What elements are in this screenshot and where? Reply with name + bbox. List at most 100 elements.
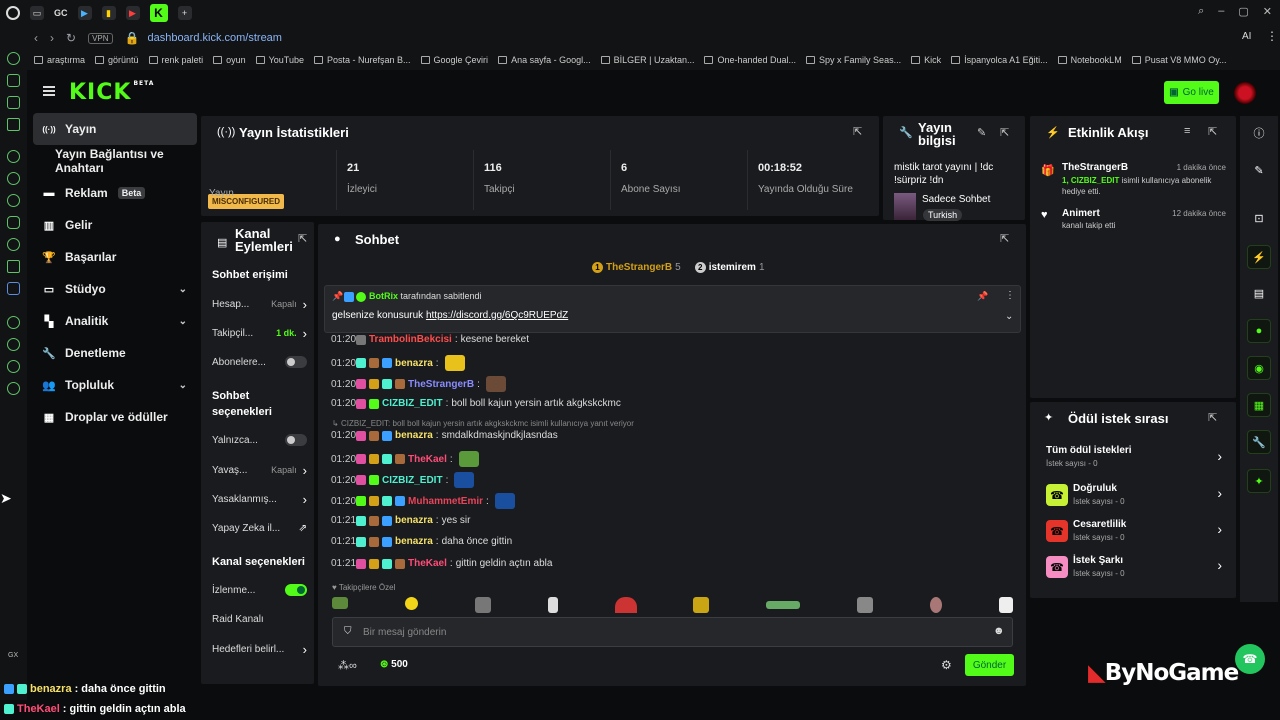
nav-item[interactable]: 🏆 Başarılar [33,241,197,273]
reward-request-row[interactable]: ☎ Doğruluk İstek sayısı - 0 › [1046,482,1226,510]
toggle-switch[interactable] [285,584,307,596]
search-icon[interactable]: ⌕ [1198,5,1204,18]
channel-action-row[interactable]: Yapay Zeka il... ⇗ [212,520,307,536]
lightning-icon[interactable]: ⚡ [1247,245,1271,269]
bookmark-item[interactable]: İspanyolca A1 Eğiti... [951,55,1048,65]
reward-request-row[interactable]: ☎ Cesaretlilik İstek sayısı - 0 › [1046,518,1226,546]
settings-icon[interactable] [7,382,20,395]
nav-item[interactable]: ▥ Gelir [33,209,197,241]
capture-icon[interactable]: ⊡ [1247,206,1271,230]
reward-request-row[interactable]: ☎ İstek Şarkı İstek sayısı - 0 › [1046,554,1226,582]
channel-action-row[interactable]: Yavaş... Kapalı › [212,462,307,478]
nav-item[interactable]: ((·)) Yayın [33,113,197,145]
instagram-icon[interactable] [7,216,20,229]
whatsapp-icon[interactable] [7,172,20,185]
x-icon[interactable] [7,260,20,273]
chat-message[interactable]: 01:20 benazra: [331,355,465,371]
more-icon[interactable]: ⋮ [1005,290,1015,301]
reload-icon[interactable]: ↻ [66,31,76,45]
emote[interactable] [404,597,418,610]
messenger-icon[interactable] [7,194,20,207]
nav-item[interactable]: 🔧 Denetleme [33,337,197,369]
bookmark-item[interactable]: YouTube [255,55,304,65]
tab-icon-youtube[interactable]: ▶ [125,6,140,20]
channel-action-row[interactable]: Hedefleri belirl... › [212,641,307,657]
url-text[interactable]: dashboard.kick.com/stream [147,32,282,44]
extensions-icon[interactable] [7,360,20,373]
emote[interactable] [547,597,558,613]
avatar[interactable] [1234,82,1256,104]
chat-input[interactable]: ⛉ Bir mesaj gönderin ☻ [332,617,1013,647]
chat-message[interactable]: 01:20 MuhammetEmir: [331,493,515,509]
nav-item[interactable]: ▬ Reklam Beta [33,177,197,209]
popout-icon[interactable]: ⇱ [1208,411,1217,424]
bookmark-item[interactable]: Spy x Family Seas... [806,55,901,65]
info-icon[interactable]: ⓘ [1247,121,1271,145]
message-username[interactable]: CIZBIZ_EDIT [382,475,443,486]
sidebar-icon-2[interactable] [7,74,20,87]
history-icon[interactable] [7,338,20,351]
event-user[interactable]: TheStrangerB [1062,162,1128,173]
tab-icon-bars[interactable]: ▮ [101,6,116,20]
minimize-icon[interactable]: – [1218,5,1224,18]
unpin-icon[interactable]: 📌 [977,291,988,302]
popout-icon[interactable]: ⇱ [1000,232,1009,245]
emote[interactable] [332,597,348,609]
pinned-message[interactable]: 📌 BotRix tarafından sabitlendi gelsenize… [324,285,1021,333]
category-name[interactable]: Sadece Sohbet [922,194,990,205]
clipboard-icon[interactable]: ▤ [1247,281,1271,305]
event-user[interactable]: Animert [1062,208,1100,219]
reward-icon[interactable]: ✦ [1247,469,1271,493]
bookmark-item[interactable]: Google Çeviri [420,55,488,65]
edit-icon[interactable]: ✎ [1247,158,1271,182]
sidebar-icon-1[interactable] [7,52,20,65]
channel-action-row[interactable]: İzlenme... [212,582,307,598]
filter-icon[interactable]: ≡ [1184,125,1190,137]
support-headset-icon[interactable]: ☎ [1235,644,1265,674]
hamburger-menu-icon[interactable] [43,86,55,96]
all-requests-row[interactable]: Tüm ödül istekleri İstek sayısı - 0 › [1046,445,1226,473]
gx-label[interactable]: GX [8,652,18,659]
bookmark-item[interactable]: görüntü [95,55,139,65]
restore-icon[interactable]: ▢ [1238,5,1248,18]
actions-icon[interactable]: ▦ [1247,393,1271,417]
chat-message[interactable]: 01:20 CIZBIZ_EDIT: [331,472,475,488]
nav-item[interactable]: Yayın Bağlantısı ve Anahtarı [33,145,197,177]
vk-icon[interactable] [7,282,20,295]
message-username[interactable]: benazra [395,358,433,369]
bookmark-item[interactable]: Posta - Nurefşan B... [313,55,411,65]
bookmark-item[interactable]: araştırma [34,55,85,65]
tab-icon-1[interactable]: ▭ [30,6,44,20]
tab-icon-play[interactable]: ▶ [77,6,92,20]
new-tab-icon[interactable]: + [177,6,192,20]
discord-icon[interactable] [7,150,20,163]
channel-action-row[interactable]: Yasaklanmış... › [212,491,307,507]
chat-message[interactable]: 01:20 TheStrangerB: [331,376,506,392]
menu-icon[interactable]: ⋮ [1266,29,1278,43]
tiktok-icon[interactable] [7,238,20,251]
popout-icon[interactable]: ⇱ [298,232,307,245]
message-username[interactable]: benazra [395,430,433,441]
tab-kick-icon[interactable]: K [149,4,168,22]
broadcast-icon[interactable]: ◉ [1247,356,1271,380]
bookmark-item[interactable]: Pusat V8 MMO Oy... [1131,55,1227,65]
nav-item[interactable]: 👥 Topluluk ⌄ [33,369,197,401]
go-live-button[interactable]: ▣ Go live [1164,81,1219,104]
popout-icon[interactable]: ⇱ [1000,126,1009,139]
bookmark-item[interactable]: renk paleti [148,55,203,65]
bookmark-item[interactable]: Ana sayfa - Googl... [498,55,591,65]
back-icon[interactable]: ‹ [34,31,38,45]
popout-icon[interactable]: ⇱ [853,125,862,138]
chat-message[interactable]: 01:20 TrambolinBekcisi: kesene bereket [331,334,529,345]
message-username[interactable]: CIZBIZ_EDIT [382,398,443,409]
points-value[interactable]: ⊛ 500 [380,659,408,670]
channel-action-row[interactable]: Yalnızca... [212,432,307,448]
channel-action-row[interactable]: Abonelere... [212,354,307,370]
nav-item[interactable]: ▚ Analitik ⌄ [33,305,197,337]
chevron-down-icon[interactable]: ⌄ [1005,311,1013,322]
nav-item[interactable]: ▦ Droplar ve ödüller [33,401,197,433]
wrench-icon[interactable]: 🔧 [1247,430,1271,454]
close-icon[interactable]: ✕ [1263,5,1272,18]
toggle-switch[interactable] [285,434,307,446]
nav-item[interactable]: ▭ Stüdyo ⌄ [33,273,197,305]
